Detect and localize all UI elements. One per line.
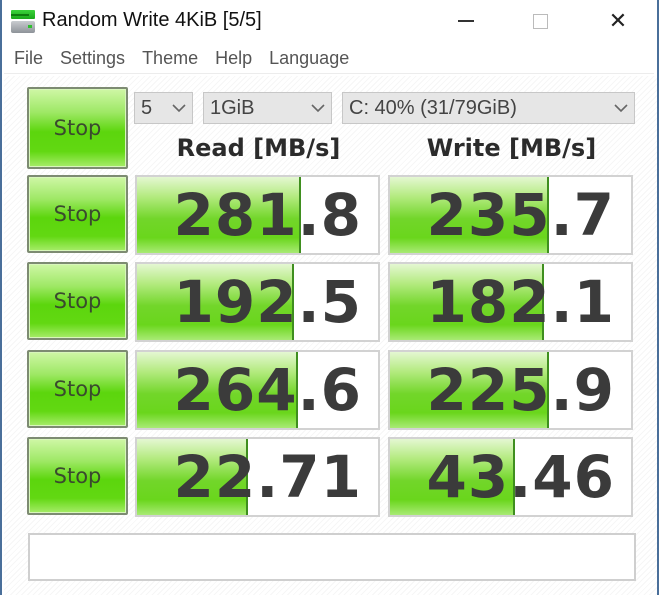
drive-benchmark-icon <box>10 10 36 34</box>
write-result-cell: 235.7 <box>388 175 633 255</box>
stop-test-button[interactable]: Stop <box>27 175 128 253</box>
menu-bar: File Settings Theme Help Language <box>4 44 654 74</box>
stop-test-button[interactable]: Stop <box>27 262 128 340</box>
app-window: Random Write 4KiB [5/5] ✕ File Settings … <box>0 0 659 595</box>
read-value: 264.6 <box>173 356 362 424</box>
read-result-cell: 281.8 <box>135 175 380 255</box>
write-result-cell: 182.1 <box>388 262 633 342</box>
write-value: 182.1 <box>426 268 615 336</box>
drive-select[interactable]: C: 40% (31/79GiB) <box>342 92 635 124</box>
write-value: 43.46 <box>426 443 615 511</box>
test-count-select[interactable]: 5 <box>134 92 193 124</box>
read-value: 22.71 <box>173 443 362 511</box>
read-result-cell: 192.5 <box>135 262 380 342</box>
write-result-cell: 43.46 <box>388 437 633 517</box>
close-button[interactable]: ✕ <box>594 0 642 42</box>
read-result-cell: 264.6 <box>135 350 380 430</box>
read-result-cell: 22.71 <box>135 437 380 517</box>
minimize-icon <box>458 20 474 22</box>
write-value: 225.9 <box>426 356 615 424</box>
maximize-icon <box>532 13 548 29</box>
title-bar[interactable]: Random Write 4KiB [5/5] ✕ <box>2 0 657 42</box>
menu-theme[interactable]: Theme <box>136 48 204 69</box>
benchmark-panel: Stop 5 1GiB C: 40% (31/79GiB) Read [MB/s… <box>4 76 657 595</box>
comment-input[interactable] <box>28 533 636 581</box>
stop-all-button[interactable]: Stop <box>27 87 128 169</box>
write-value: 235.7 <box>426 181 615 249</box>
drive-value: C: 40% (31/79GiB) <box>349 96 517 119</box>
menu-file[interactable]: File <box>4 48 49 69</box>
stop-test-button[interactable]: Stop <box>27 350 128 428</box>
close-icon: ✕ <box>608 8 628 34</box>
test-size-value: 1GiB <box>210 96 255 119</box>
read-value: 192.5 <box>173 268 362 336</box>
maximize-button[interactable] <box>516 0 564 42</box>
write-result-cell: 225.9 <box>388 350 633 430</box>
test-size-select[interactable]: 1GiB <box>203 92 332 124</box>
write-column-header: Write [MB/s] <box>426 134 597 162</box>
stop-test-button[interactable]: Stop <box>27 437 128 515</box>
chevron-down-icon <box>614 101 628 115</box>
window-title: Random Write 4KiB [5/5] <box>42 9 262 31</box>
menu-settings[interactable]: Settings <box>54 48 131 69</box>
minimize-button[interactable] <box>442 0 490 42</box>
read-column-header: Read [MB/s] <box>176 134 341 162</box>
chevron-down-icon <box>311 101 325 115</box>
chevron-down-icon <box>172 101 186 115</box>
menu-language[interactable]: Language <box>263 48 355 69</box>
test-count-value: 5 <box>141 96 153 119</box>
menu-help[interactable]: Help <box>209 48 258 69</box>
read-value: 281.8 <box>173 181 362 249</box>
